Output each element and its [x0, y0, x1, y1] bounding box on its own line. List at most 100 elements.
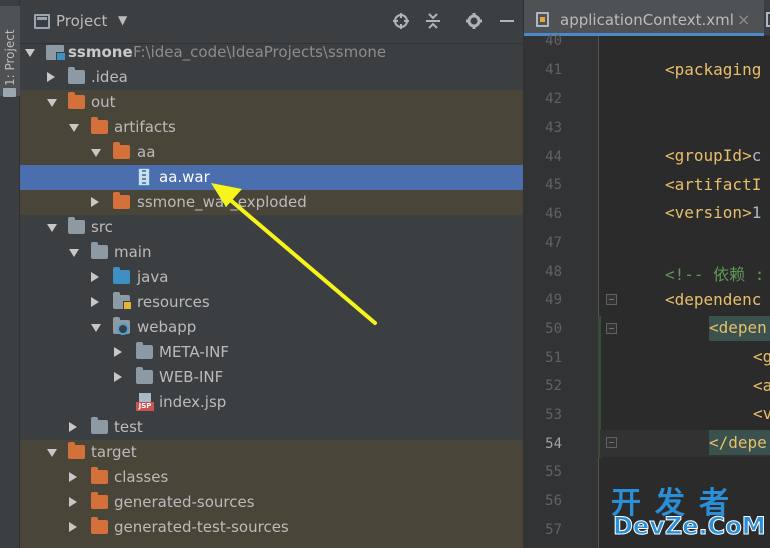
fold-marker-icon[interactable]	[606, 323, 617, 334]
excluded-folder-icon	[91, 117, 108, 134]
editor-tab-bar: applicationContext.xml ×	[524, 0, 770, 36]
tree-row-aa-war[interactable]: aa.war	[20, 165, 523, 190]
excluded-folder-icon	[91, 517, 108, 534]
project-panel-header: Project ▼	[20, 0, 523, 44]
tree-label: classes	[114, 468, 169, 486]
line-number: 47	[545, 235, 562, 251]
folder-icon	[136, 367, 153, 384]
collapse-arrow-icon[interactable]	[114, 347, 122, 357]
line-number: 51	[545, 350, 562, 366]
tree-row-ssmone[interactable]: ssmone F:\idea_code\IdeaProjects\ssmone	[20, 40, 523, 65]
line-number: 44	[545, 149, 562, 165]
folder-icon	[91, 417, 108, 434]
tree-row-web-inf[interactable]: WEB-INF	[20, 365, 523, 390]
tree-row-index-jsp[interactable]: JSP index.jsp	[20, 390, 523, 415]
close-icon[interactable]: ×	[737, 10, 750, 29]
collapse-arrow-icon[interactable]	[69, 497, 77, 507]
tree-row-generated-sources[interactable]: generated-sources	[20, 490, 523, 515]
line-number: 53	[545, 407, 562, 423]
tree-row-artifacts[interactable]: artifacts	[20, 115, 523, 140]
expand-arrow-icon[interactable]	[91, 324, 101, 332]
code-line-41: <packaging	[665, 60, 762, 79]
tree-label: aa.war	[159, 168, 210, 186]
collapse-all-icon[interactable]	[422, 10, 444, 32]
tree-label: webapp	[137, 318, 197, 336]
tree-label: generated-sources	[114, 493, 255, 511]
tree-row-meta-inf[interactable]: META-INF	[20, 340, 523, 365]
tab-title: applicationContext.xml	[560, 11, 734, 29]
tree-label: ssmone_war_exploded	[137, 193, 307, 211]
editor-gutter: 40 41 42 43 44 45 46 47 48 49 50 51 52 5…	[524, 33, 599, 548]
tree-label: src	[91, 218, 113, 236]
collapse-arrow-icon[interactable]	[91, 197, 99, 207]
expand-arrow-icon[interactable]	[47, 449, 57, 457]
expand-arrow-icon[interactable]	[25, 49, 35, 57]
code-line-53: <v	[753, 404, 770, 423]
collapse-arrow-icon[interactable]	[114, 372, 122, 382]
line-number: 43	[545, 120, 562, 136]
tree-row-webapp[interactable]: webapp	[20, 315, 523, 340]
code-line-51: <g	[753, 347, 770, 366]
project-view-selector[interactable]: Project	[56, 12, 107, 30]
xml-tag: <version>	[665, 203, 752, 222]
collapse-arrow-icon[interactable]	[69, 472, 77, 482]
expand-arrow-icon[interactable]	[69, 124, 79, 132]
xml-text: c	[751, 146, 762, 165]
line-number: 55	[545, 464, 562, 480]
module-folder-icon	[46, 45, 66, 61]
tree-label: test	[114, 418, 143, 436]
project-panel: Project ▼ ssmone F:\idea_code\IdeaProjec…	[20, 0, 523, 548]
tree-row-out[interactable]: out	[20, 90, 523, 115]
folder-icon	[136, 342, 153, 359]
tree-label: WEB-INF	[159, 368, 224, 386]
tree-row-src[interactable]: src	[20, 215, 523, 240]
code-line-52: <a	[753, 376, 770, 395]
file-icon[interactable]	[766, 12, 770, 27]
tree-row-main[interactable]: main	[20, 240, 523, 265]
code-line-49: <dependenc	[665, 290, 762, 309]
excluded-folder-icon	[113, 192, 130, 209]
code-line-50: <depen	[709, 318, 767, 337]
line-number: 45	[545, 177, 562, 193]
tree-row-java[interactable]: java	[20, 265, 523, 290]
xml-file-icon	[536, 12, 549, 27]
tree-row-resources[interactable]: resources	[20, 290, 523, 315]
tree-row-classes[interactable]: classes	[20, 465, 523, 490]
collapse-arrow-icon[interactable]	[47, 72, 55, 82]
fold-marker-icon[interactable]	[606, 437, 617, 448]
tree-label: target	[91, 443, 137, 461]
line-number: 57	[545, 522, 562, 538]
code-editor[interactable]: applicationContext.xml × 40 41 42 43 44 …	[523, 0, 770, 548]
tree-row-idea[interactable]: .idea	[20, 65, 523, 90]
collapse-arrow-icon[interactable]	[69, 422, 77, 432]
chevron-down-icon[interactable]: ▼	[118, 13, 127, 27]
expand-arrow-icon[interactable]	[47, 224, 57, 232]
tab-application-context[interactable]: applicationContext.xml ×	[524, 0, 764, 36]
fold-marker-icon[interactable]	[606, 294, 617, 305]
locate-file-icon[interactable]	[390, 10, 412, 32]
line-number: 40	[545, 33, 562, 49]
minimize-icon[interactable]	[496, 10, 518, 32]
tree-row-ssmone-war-exploded[interactable]: ssmone_war_exploded	[20, 190, 523, 215]
tree-row-generated-test-sources[interactable]: generated-test-sources	[20, 515, 523, 540]
project-tool-window-tab[interactable]: 1: Project	[0, 6, 20, 97]
resources-folder-icon	[113, 292, 132, 310]
collapse-arrow-icon[interactable]	[69, 522, 77, 532]
gear-icon[interactable]	[463, 10, 485, 32]
line-number: 52	[545, 378, 562, 394]
tree-label: out	[91, 93, 116, 111]
code-line-46: <version>1	[665, 203, 761, 222]
collapse-arrow-icon[interactable]	[91, 297, 99, 307]
tree-row-target[interactable]: target	[20, 440, 523, 465]
excluded-folder-icon	[91, 492, 108, 509]
line-number: 41	[545, 62, 562, 78]
collapse-arrow-icon[interactable]	[91, 272, 99, 282]
expand-arrow-icon[interactable]	[47, 99, 57, 107]
tree-label: META-INF	[159, 343, 230, 361]
expand-arrow-icon[interactable]	[69, 249, 79, 257]
tree-row-test[interactable]: test	[20, 415, 523, 440]
tree-label: artifacts	[114, 118, 176, 136]
tree-label: .idea	[91, 68, 128, 86]
expand-arrow-icon[interactable]	[91, 149, 101, 157]
tree-row-aa[interactable]: aa	[20, 140, 523, 165]
